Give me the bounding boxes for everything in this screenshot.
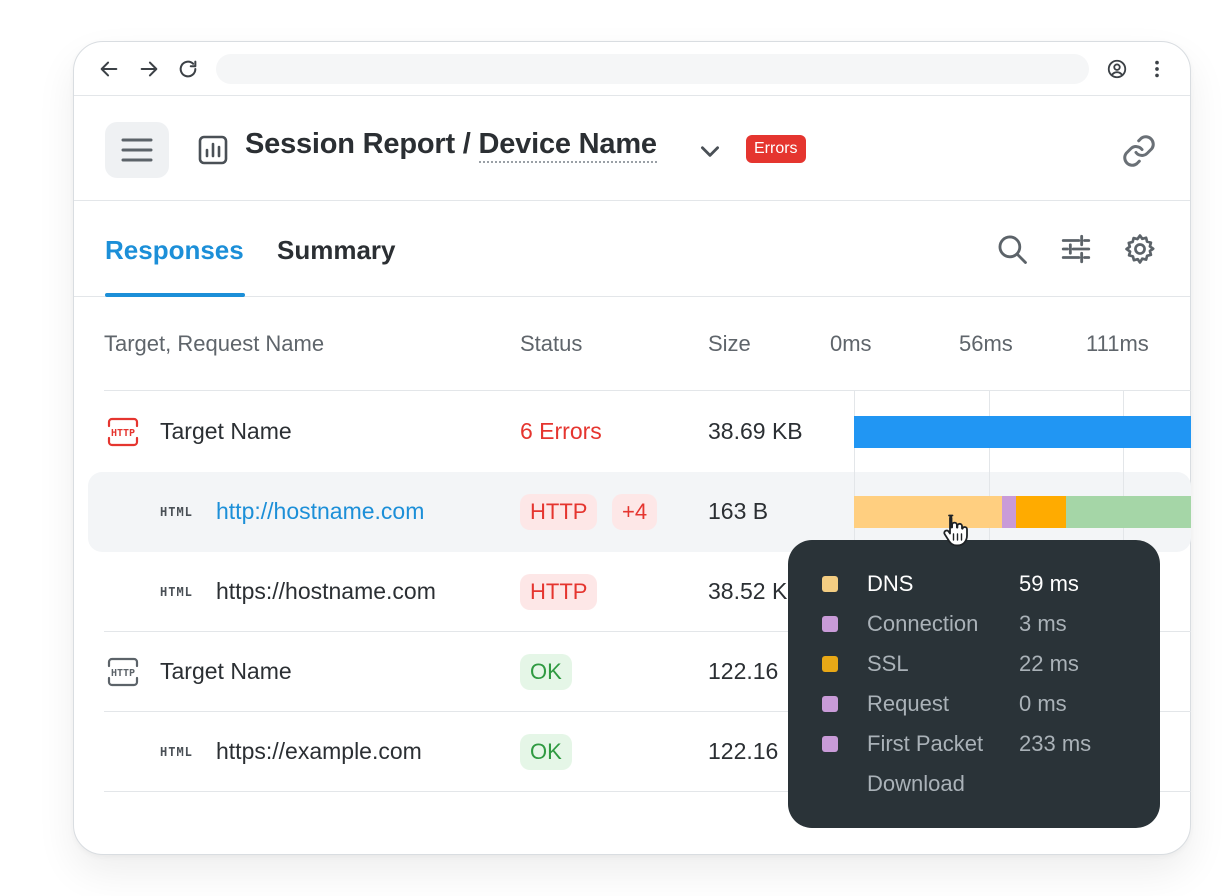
timeline-bar-dns[interactable] — [854, 496, 1002, 528]
tooltip-value: 3 ms — [1019, 611, 1067, 636]
tooltip-value: 233 ms — [1019, 731, 1092, 756]
chevron-down-icon[interactable] — [697, 138, 723, 164]
more-vert-icon[interactable] — [1144, 56, 1170, 82]
http-icon: HTTP — [107, 657, 139, 687]
legend-swatch — [822, 696, 838, 712]
timeline-bar-target[interactable] — [854, 416, 1191, 448]
forward-icon[interactable] — [136, 56, 162, 82]
filter-sliders-icon[interactable] — [1059, 232, 1093, 266]
report-chart-icon — [198, 135, 228, 165]
legend-swatch — [822, 576, 838, 592]
request-name[interactable]: https://example.com — [216, 738, 422, 765]
search-icon[interactable] — [995, 232, 1029, 266]
tooltip-label: Connection — [867, 611, 979, 636]
tooltip-label: Download — [867, 771, 965, 796]
gear-icon[interactable] — [1123, 232, 1157, 266]
size-value: 122.16 — [708, 738, 779, 764]
page-header: Session Report / Device Name Errors — [74, 97, 1190, 201]
timeline-bar-connection[interactable] — [1002, 496, 1016, 528]
timeline-bar-ssl[interactable] — [1016, 496, 1066, 528]
tooltip-label: SSL — [867, 651, 909, 676]
svg-text:HTTP: HTTP — [111, 668, 135, 679]
active-tab-indicator — [105, 293, 245, 297]
status-pill-ok[interactable]: OK — [520, 654, 572, 690]
tooltip-label: DNS — [867, 571, 914, 596]
hand-cursor-icon — [943, 514, 968, 547]
timeline-tick: 0ms — [830, 331, 872, 356]
tab-summary[interactable]: Summary — [277, 235, 396, 266]
tab-responses[interactable]: Responses — [105, 235, 244, 266]
legend-swatch — [822, 736, 838, 752]
tooltip-value: 59 ms — [1019, 571, 1079, 596]
target-name[interactable]: Target Name — [160, 418, 292, 445]
back-icon[interactable] — [96, 56, 122, 82]
status-pill-http[interactable]: HTTP — [520, 574, 598, 610]
tooltip-label: Request — [867, 691, 949, 716]
tooltip-label: First Packet — [867, 731, 984, 756]
errors-badge: Errors — [746, 135, 806, 163]
tooltip-value: 22 ms — [1019, 651, 1079, 676]
tooltip-row-request: Request 0 ms — [788, 688, 1160, 720]
account-icon[interactable] — [1104, 56, 1130, 82]
tooltip-row-dns: DNS 59 ms — [788, 568, 1160, 600]
column-header-name[interactable]: Target, Request Name — [104, 331, 324, 357]
html-type-tag: HTML — [160, 745, 193, 759]
device-name[interactable]: Device Name — [478, 128, 657, 163]
status-pill-ok[interactable]: OK — [520, 734, 572, 770]
tooltip-row-download: Download — [788, 768, 1160, 800]
menu-button[interactable] — [105, 122, 169, 178]
size-value: 38.69 KB — [708, 418, 803, 444]
reload-icon[interactable] — [175, 56, 201, 82]
tabs-bar: Responses Summary — [74, 202, 1190, 297]
tooltip-row-connection: Connection 3 ms — [788, 608, 1160, 640]
tooltip-row-ssl: SSL 22 ms — [788, 648, 1160, 680]
timeline-tick: 56ms — [959, 331, 1013, 356]
http-icon: HTTP — [107, 417, 139, 447]
timeline-bar-download[interactable] — [1066, 496, 1191, 528]
timeline-tick: 111ms — [1086, 331, 1149, 356]
timing-tooltip: DNS 59 ms Connection 3 ms SSL 22 ms Requ… — [788, 540, 1160, 828]
size-value: 122.16 — [708, 658, 779, 684]
link-icon[interactable] — [1121, 133, 1157, 169]
menu-icon — [121, 138, 153, 162]
svg-text:HTTP: HTTP — [111, 428, 135, 439]
html-type-tag: HTML — [160, 505, 193, 519]
legend-swatch — [822, 656, 838, 672]
column-header-size[interactable]: Size — [708, 331, 751, 357]
address-bar[interactable] — [216, 54, 1089, 84]
request-link[interactable]: http://hostname.com — [216, 498, 424, 525]
size-value: 38.52 K — [708, 578, 788, 604]
request-name[interactable]: https://hostname.com — [216, 578, 436, 605]
status-errors[interactable]: 6 Errors — [520, 418, 602, 445]
legend-swatch — [822, 616, 838, 632]
column-header-status[interactable]: Status — [520, 331, 582, 357]
header-divider — [104, 390, 1191, 391]
html-type-tag: HTML — [160, 585, 193, 599]
tooltip-row-first-packet: First Packet 233 ms — [788, 728, 1160, 760]
tooltip-value: 0 ms — [1019, 691, 1067, 716]
browser-toolbar — [74, 42, 1190, 96]
page-title: Session Report / Device Name — [245, 128, 657, 163]
target-name[interactable]: Target Name — [160, 658, 292, 685]
title-prefix: Session Report / — [245, 128, 479, 160]
status-pill-more[interactable]: +4 — [612, 494, 658, 530]
status-pill-http[interactable]: HTTP — [520, 494, 598, 530]
size-value: 163 B — [708, 498, 769, 524]
